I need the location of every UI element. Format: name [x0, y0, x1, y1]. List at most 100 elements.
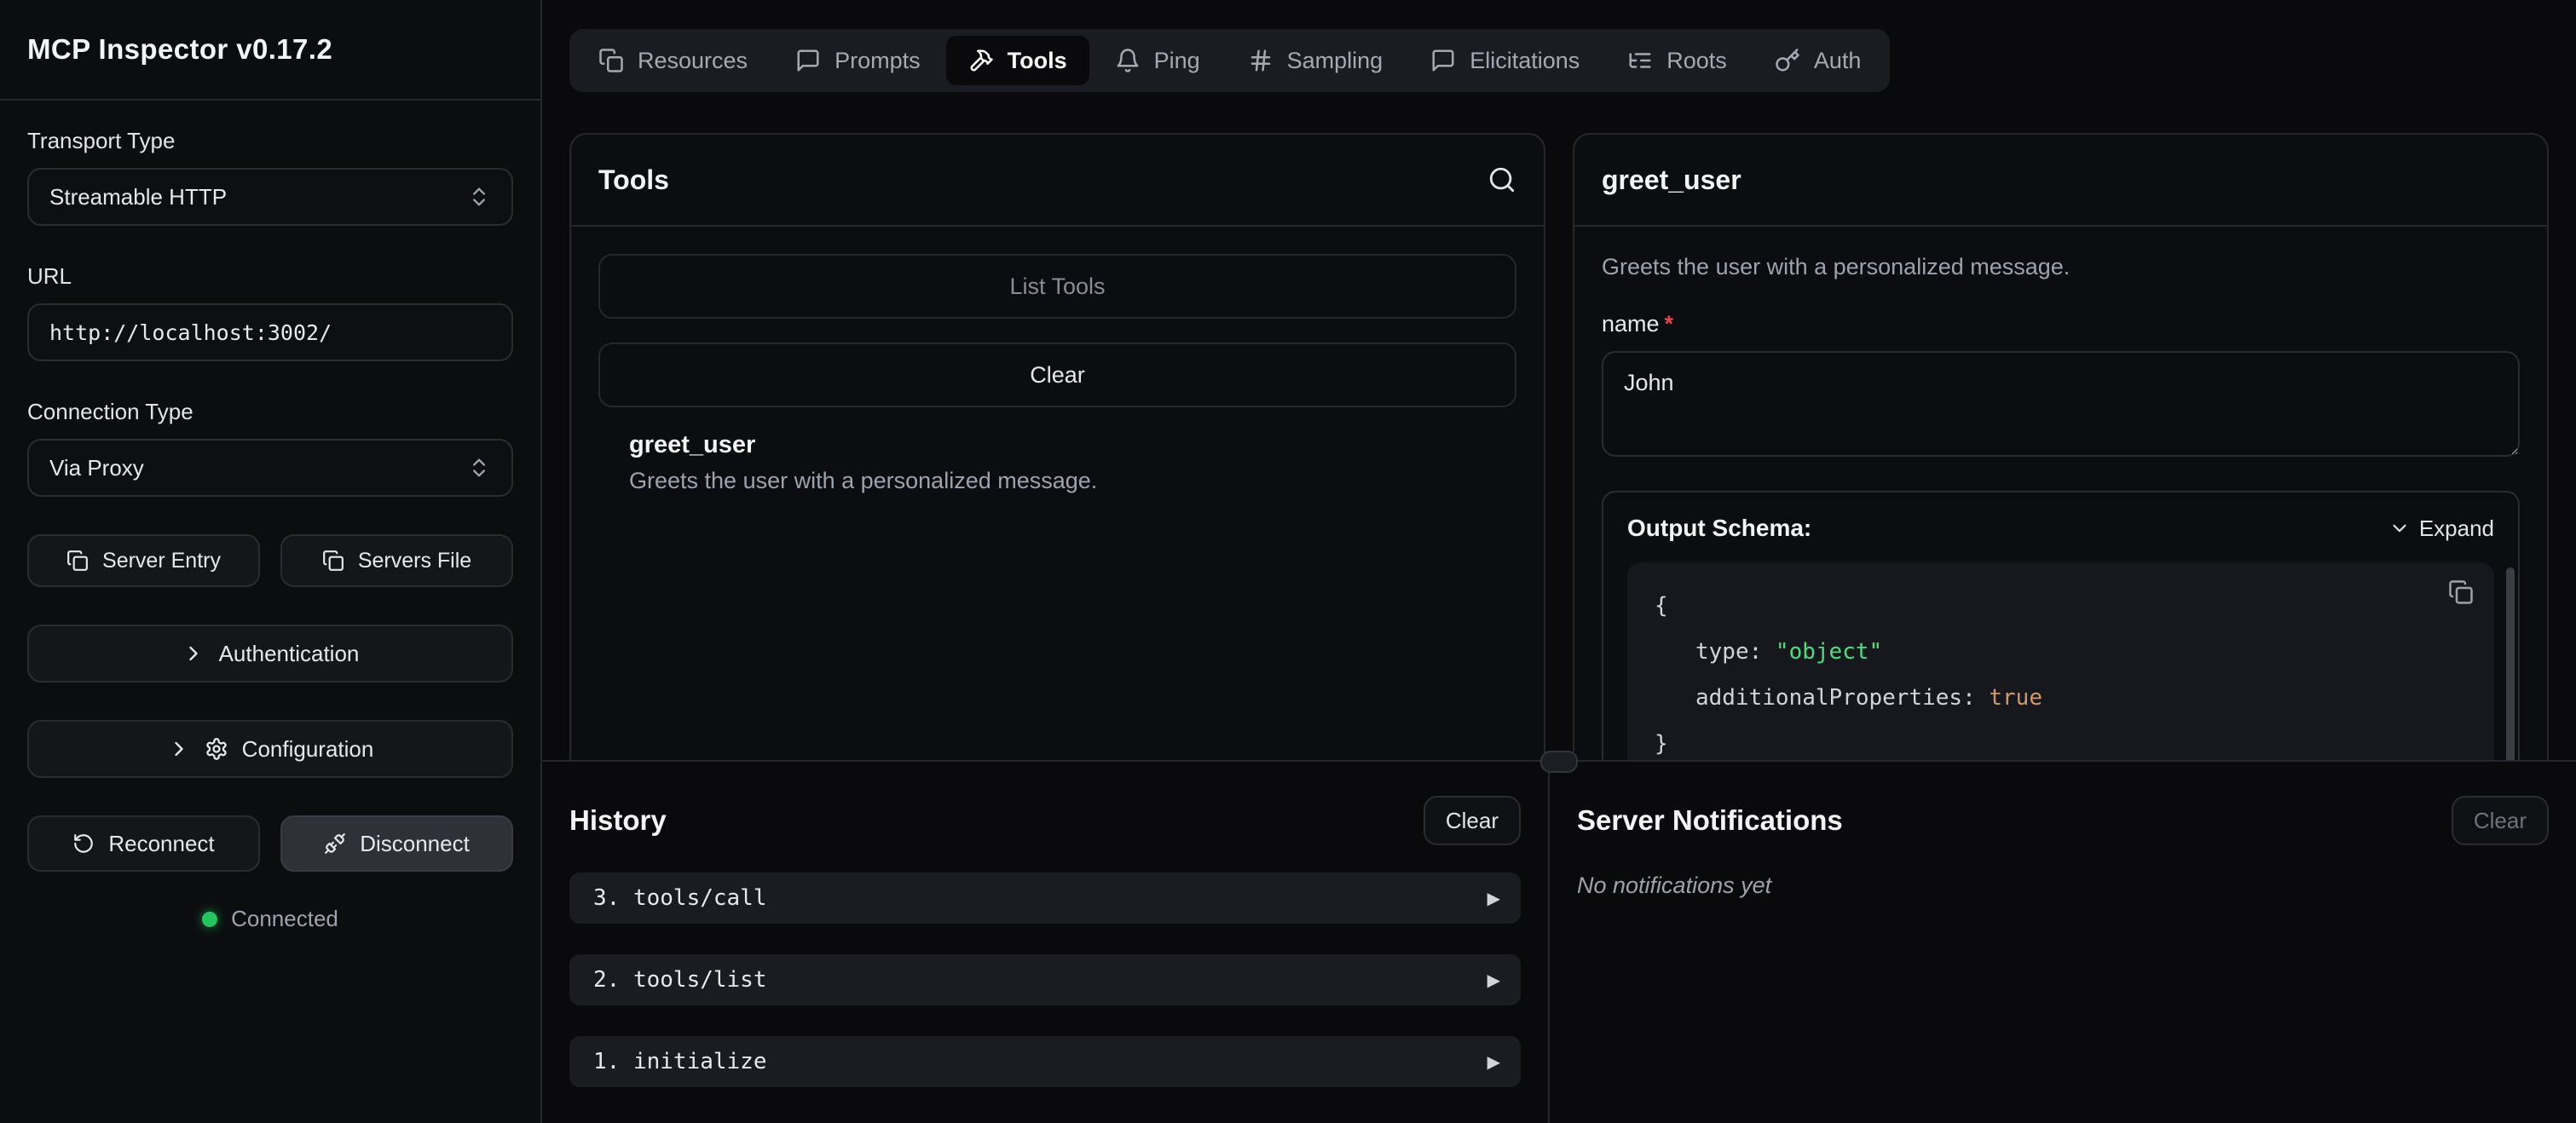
copy-code-button[interactable] — [2448, 579, 2474, 605]
panel-resize-handle[interactable] — [1540, 751, 1578, 773]
tabbar: Resources Prompts Tools Ping Sampling — [569, 29, 1890, 92]
tab-label: Elicitations — [1470, 48, 1580, 74]
connection-type-label: Connection Type — [27, 399, 513, 425]
sidebar: MCP Inspector v0.17.2 Transport Type Str… — [0, 0, 542, 1123]
transport-type-value: Streamable HTTP — [49, 184, 227, 210]
rotate-ccw-icon — [72, 832, 95, 855]
tab-roots[interactable]: Roots — [1605, 36, 1749, 85]
history-entry[interactable]: 1. initialize ▶ — [569, 1036, 1521, 1087]
transport-type-select[interactable]: Streamable HTTP — [27, 168, 513, 226]
server-entry-button[interactable]: Server Entry — [27, 534, 260, 587]
search-icon — [1487, 165, 1516, 194]
history-entry-label: 3. tools/call — [593, 885, 767, 911]
code-key: type: — [1695, 639, 1776, 665]
clear-history-button[interactable]: Clear — [1424, 796, 1521, 845]
code-line: { — [1655, 583, 2467, 629]
servers-file-label: Servers File — [358, 549, 471, 573]
history-entry-label: 1. initialize — [593, 1049, 767, 1074]
tab-elicitations[interactable]: Elicitations — [1408, 36, 1602, 85]
tab-label: Tools — [1008, 48, 1067, 74]
tab-sampling[interactable]: Sampling — [1226, 36, 1406, 85]
connection-type-group: Connection Type Via Proxy — [27, 399, 513, 497]
history-header: History Clear — [569, 796, 1521, 845]
status-text: Connected — [231, 906, 338, 932]
output-schema-title: Output Schema: — [1627, 515, 1811, 542]
code-text: { — [1655, 593, 1668, 619]
url-label: URL — [27, 263, 513, 290]
unplug-icon — [324, 832, 346, 855]
transport-type-label: Transport Type — [27, 128, 513, 154]
search-button[interactable] — [1487, 165, 1516, 194]
tabbar-wrap: Resources Prompts Tools Ping Sampling — [542, 0, 2576, 92]
tab-ping[interactable]: Ping — [1093, 36, 1222, 85]
url-input[interactable]: http://localhost:3002/ — [27, 303, 513, 361]
expand-arrow-icon: ▶ — [1487, 970, 1500, 990]
key-icon — [1775, 48, 1800, 73]
server-entry-label: Server Entry — [102, 549, 221, 573]
history-entry[interactable]: 3. tools/call ▶ — [569, 872, 1521, 924]
authentication-button[interactable]: Authentication — [27, 625, 513, 682]
history-panel: History Clear 3. tools/call ▶ 2. tools/l… — [542, 762, 1550, 1123]
code-line: } — [1655, 721, 2467, 760]
app-title: MCP Inspector v0.17.2 — [27, 33, 332, 66]
tree-icon — [1627, 48, 1653, 73]
history-entry-label: 2. tools/list — [593, 967, 767, 993]
tab-resources[interactable]: Resources — [576, 36, 770, 85]
message-icon — [795, 48, 821, 73]
name-label-text: name — [1602, 311, 1660, 337]
server-config-buttons: Server Entry Servers File — [27, 534, 513, 587]
name-field-input[interactable]: John — [1602, 351, 2520, 457]
expand-button[interactable]: Expand — [2388, 515, 2494, 542]
name-field-label: name* — [1602, 311, 2520, 337]
code-value-string: "object" — [1776, 639, 1882, 665]
scrollbar-thumb[interactable] — [2506, 567, 2515, 760]
history-entry[interactable]: 2. tools/list ▶ — [569, 954, 1521, 1005]
tab-label: Roots — [1666, 48, 1727, 74]
hash-icon — [1248, 48, 1274, 73]
tools-list-panel: Tools List Tools Clear greet_user Greets… — [569, 133, 1545, 760]
notifications-title: Server Notifications — [1577, 804, 1843, 837]
reconnect-button[interactable]: Reconnect — [27, 815, 260, 872]
connection-type-select[interactable]: Via Proxy — [27, 439, 513, 497]
top-panes: Tools List Tools Clear greet_user Greets… — [542, 133, 2576, 760]
expand-arrow-icon: ▶ — [1487, 1051, 1500, 1072]
required-marker: * — [1665, 311, 1674, 337]
url-value: http://localhost:3002/ — [49, 320, 332, 345]
code-line: type: "object" — [1655, 629, 2467, 675]
configuration-label: Configuration — [242, 736, 374, 763]
status-dot-icon — [202, 912, 217, 927]
tab-label: Resources — [638, 48, 748, 74]
chevrons-up-down-icon — [467, 456, 491, 480]
gear-icon — [205, 737, 228, 761]
tool-detail-title: greet_user — [1602, 164, 1741, 196]
tab-prompts[interactable]: Prompts — [773, 36, 943, 85]
clear-tools-button[interactable]: Clear — [598, 343, 1516, 407]
list-tools-button[interactable]: List Tools — [598, 254, 1516, 319]
connection-status: Connected — [27, 906, 513, 932]
code-value-boolean: true — [1989, 685, 2042, 711]
disconnect-button[interactable]: Disconnect — [280, 815, 513, 872]
servers-file-button[interactable]: Servers File — [280, 534, 513, 587]
code-line: additionalProperties: true — [1655, 675, 2467, 721]
configuration-button[interactable]: Configuration — [27, 720, 513, 778]
tool-list-item[interactable]: greet_user Greets the user with a person… — [598, 431, 1516, 494]
tools-panel-header: Tools — [571, 135, 1544, 227]
connection-buttons: Reconnect Disconnect — [27, 815, 513, 872]
authentication-label: Authentication — [219, 641, 360, 667]
transport-type-group: Transport Type Streamable HTTP — [27, 128, 513, 226]
copy-icon — [66, 550, 89, 572]
hammer-icon — [968, 48, 994, 73]
tab-label: Ping — [1154, 48, 1200, 74]
tab-label: Auth — [1814, 48, 1862, 74]
url-group: URL http://localhost:3002/ — [27, 263, 513, 361]
tool-description: Greets the user with a personalized mess… — [629, 468, 1516, 494]
sidebar-header: MCP Inspector v0.17.2 — [0, 0, 540, 101]
chevron-right-icon — [167, 737, 191, 761]
chevrons-up-down-icon — [467, 185, 491, 209]
tab-auth[interactable]: Auth — [1753, 36, 1884, 85]
clear-notifications-button[interactable]: Clear — [2452, 796, 2549, 845]
notifications-header: Server Notifications Clear — [1577, 796, 2549, 845]
message-icon — [1430, 48, 1456, 73]
tab-tools[interactable]: Tools — [946, 36, 1089, 85]
copy-icon — [2448, 579, 2474, 605]
